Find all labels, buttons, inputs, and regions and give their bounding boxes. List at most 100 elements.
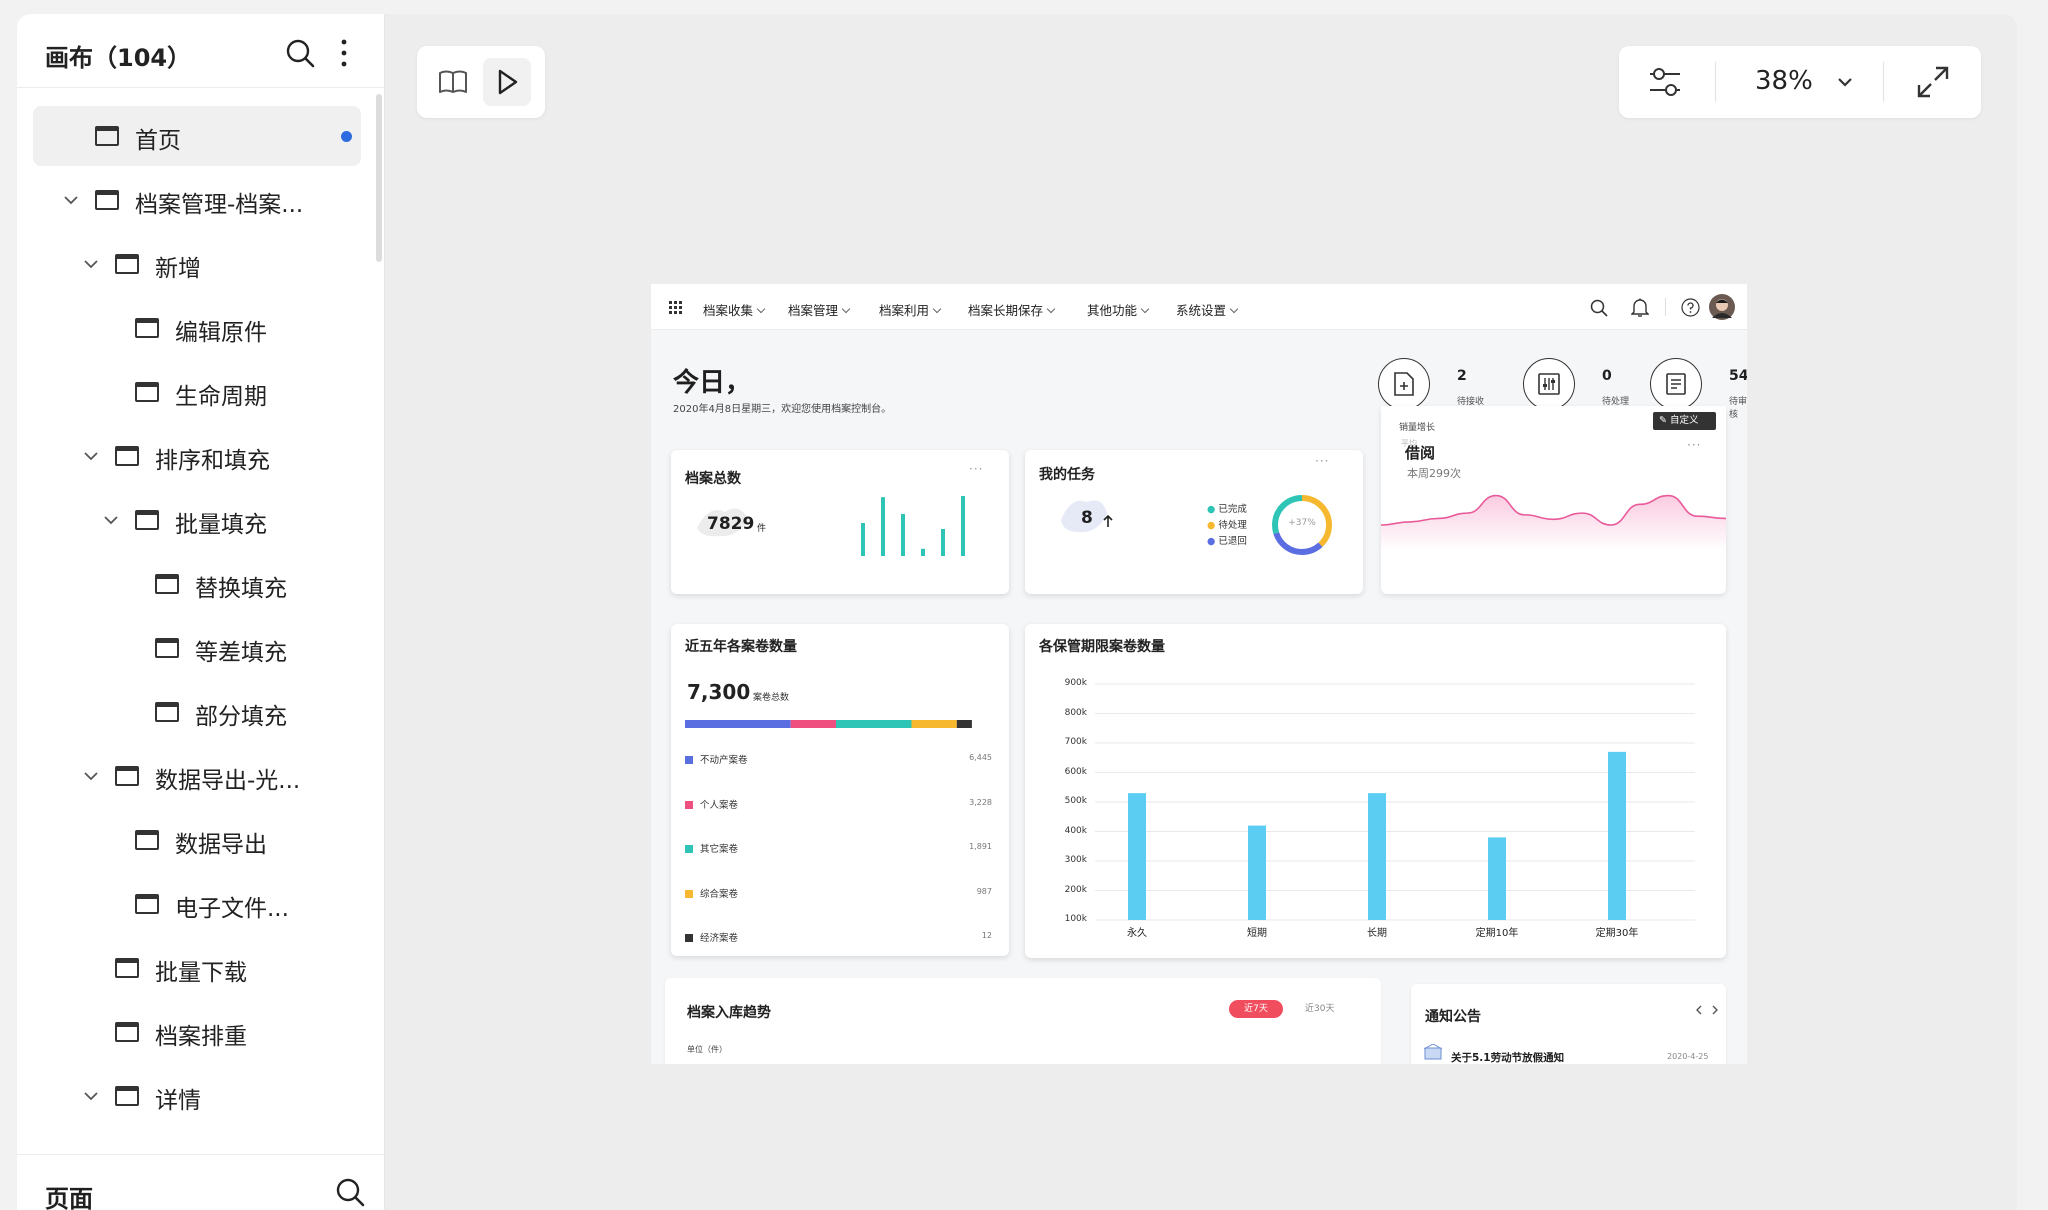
dashboard-preview[interactable]: 档案收集 档案管理 档案利用 档案长期保存 其他功能 系统设置 今日， 2020… [651,284,1747,1064]
archive-trend-card[interactable]: 档案入库趋势 近7天 近30天 单位（件） 6000 [665,978,1381,1064]
chevron-down-icon[interactable] [83,448,99,464]
bell-icon[interactable] [1631,298,1649,318]
tree-item[interactable]: 电子文件... [33,874,361,934]
tree-item[interactable]: 排序和填充 [33,426,361,486]
y-tick-label: 100k [1064,914,1087,924]
avatar[interactable] [1709,294,1735,320]
stat-value: 0 [1602,368,1612,384]
tree-item[interactable]: 档案管理-档案... [33,170,361,230]
search-icon[interactable] [1590,299,1608,317]
retention-bar[interactable] [1488,837,1506,920]
tree-item[interactable]: 档案排重 [33,1002,361,1062]
share-segment [790,720,836,728]
view-toolbar [417,46,545,118]
tree-item[interactable]: 数据导出 [33,810,361,870]
apps-grid-icon[interactable] [669,301,682,314]
nav-item[interactable]: 档案长期保存 [968,300,1054,319]
search-icon[interactable] [285,38,315,68]
archive-total-card[interactable]: 档案总数 ··· 7829 件 [671,450,1009,594]
y-tick-label: 300k [1064,855,1087,865]
tasks-legend: ● 已完成 ● 待处理 ● 已退回 [1207,502,1247,550]
nav-item[interactable]: 档案收集 [703,300,764,319]
legend-value: 987 [976,886,992,896]
donut-label: +37% [1288,518,1316,528]
legend-value: 6,445 [969,753,992,762]
customize-button[interactable]: ✎ 自定义 [1653,412,1716,430]
pages-title: 页面 [45,1185,93,1210]
retention-chart-card[interactable]: 各保管期限案卷数量 100k 200k 300k 400k 500k 600k 700k 80… [1025,624,1726,958]
borrow-card[interactable]: 销量增长 ✎ 自定义 平均 借阅 ··· 本周299次 [1381,406,1726,594]
pending-receive-stat[interactable] [1378,358,1430,410]
card-title: 档案入库趋势 [687,1005,771,1021]
greeting: 今日， [673,368,752,398]
help-icon[interactable] [1681,298,1700,317]
chevron-down-icon[interactable] [83,256,99,272]
retention-bar[interactable] [1608,751,1626,920]
card-title: 我的任务 [1039,467,1095,483]
tree-item[interactable]: 详情 [33,1066,361,1126]
more-icon[interactable]: ··· [969,462,983,476]
legend-item: 经济案卷 [685,930,738,944]
tree-item[interactable]: 部分填充 [33,682,361,742]
tree-item-label: 部分填充 [195,704,287,730]
chevron-down-icon[interactable] [103,512,119,528]
notice-card[interactable]: 通知公告 关于5.1劳动节放假通知 2020-4-25 [1411,984,1726,1064]
chevron-down-icon[interactable] [83,768,99,784]
tree-item[interactable]: 等差填充 [33,618,361,678]
current-page-indicator [341,131,352,142]
tree-item[interactable]: 数据导出-光... [33,746,361,806]
nav-item[interactable]: 档案利用 [879,300,940,319]
tree-item-label: 替换填充 [195,576,287,602]
legend-value: 3,228 [969,797,992,807]
pending-review-stat[interactable] [1650,358,1702,410]
zoom-level[interactable]: 38% [1755,66,1813,96]
card-title: 通知公告 [1425,1009,1481,1025]
page-icon [95,126,119,146]
tab-30-days[interactable]: 近30天 [1305,1001,1334,1014]
greeting-subtitle: 2020年4月8日星期三，欢迎您使用档案控制台。 [673,404,892,415]
tree-item[interactable]: 首页 [33,106,361,166]
chevron-down-icon[interactable] [63,192,79,208]
page-icon [135,830,159,850]
legend-item: 综合案卷 [685,886,738,900]
more-icon[interactable]: ··· [1315,454,1329,468]
five-year-card[interactable]: 近五年各案卷数量 7,300 案卷总数 不动产案卷 6,445 个人案卷 3,228 其… [671,624,1009,956]
more-vertical-icon[interactable] [339,38,349,68]
tree-item[interactable]: 生命周期 [33,362,361,422]
retention-bar[interactable] [1128,793,1146,920]
search-icon[interactable] [335,1177,365,1207]
nav-item[interactable]: 档案管理 [788,300,849,319]
card-title: 近五年各案卷数量 [685,639,797,655]
play-button[interactable] [483,58,531,106]
nav-item[interactable]: 其他功能 [1087,300,1148,319]
mini-bar [881,497,885,556]
chevron-down-icon[interactable] [1837,76,1853,88]
tree-item[interactable]: 替换填充 [33,554,361,614]
pending-process-stat[interactable] [1523,358,1575,410]
page-icon [115,446,139,466]
tree-item[interactable]: 新增 [33,234,361,294]
tree-item-label: 首页 [135,128,181,154]
chevron-down-icon[interactable] [83,1088,99,1104]
borrow-sub-title: 销量增长 [1399,423,1436,433]
five-year-total: 7,300 [687,680,751,704]
tree-item[interactable]: 批量下载 [33,938,361,998]
nav-item[interactable]: 系统设置 [1176,300,1237,319]
retention-bar[interactable] [1368,793,1386,920]
sidebar-scrollbar[interactable] [376,94,382,262]
page-icon [135,382,159,402]
tab-7-days[interactable]: 近7天 [1229,1000,1283,1018]
retention-bar[interactable] [1248,825,1266,920]
zoom-toolbar: 38% [1619,46,1981,118]
tree-item[interactable]: 批量填充 [33,490,361,550]
guide-button[interactable] [429,58,477,106]
tree-item[interactable]: 编辑原件 [33,298,361,358]
pager-arrows-icon[interactable] [1695,1004,1719,1016]
more-icon[interactable]: ··· [1687,438,1701,452]
adjust-settings-icon[interactable] [1647,64,1683,100]
tree-item-label: 等差填充 [195,640,287,666]
notice-item-title[interactable]: 关于5.1劳动节放假通知 [1451,1050,1564,1064]
stat-label: 待审核 [1729,397,1747,420]
my-tasks-card[interactable]: 我的任务 ··· 8 ● 已完成 ● 待处理 ● 已退回 +37% [1025,450,1363,594]
expand-icon[interactable] [1915,64,1951,100]
